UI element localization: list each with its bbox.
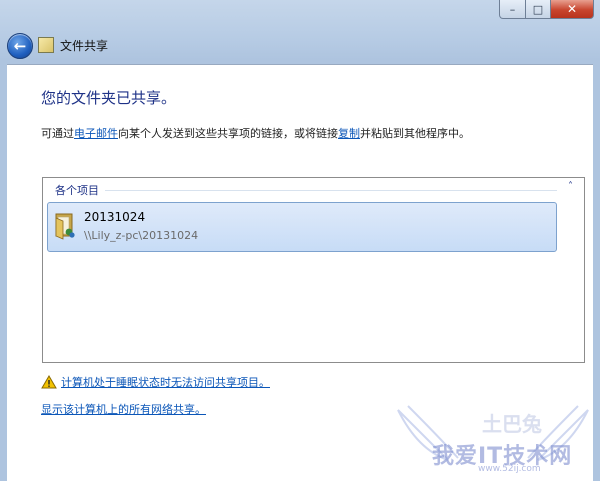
shared-items-list[interactable]: 各个项目 ˄ 20131024 \\Lily_z-pc\20131024 xyxy=(42,177,585,363)
file-sharing-icon xyxy=(38,37,54,53)
title-bar: – □ ✕ xyxy=(0,0,600,24)
page-heading: 您的文件夹已共享。 xyxy=(41,89,177,107)
watermark-top-text: 土巴兔 xyxy=(482,412,542,436)
desc-text-before: 可通过 xyxy=(41,127,74,140)
minimize-button[interactable]: – xyxy=(499,0,526,19)
warning-icon xyxy=(41,375,57,389)
navigation-bar: ← 文件共享 xyxy=(0,26,600,64)
maximize-button[interactable]: □ xyxy=(526,0,551,19)
show-all-shares-link[interactable]: 显示该计算机上的所有网络共享。 xyxy=(41,401,206,417)
group-header[interactable]: 各个项目 ˄ xyxy=(53,181,575,198)
caption-buttons: – □ ✕ xyxy=(499,0,594,19)
folder-icon xyxy=(55,213,75,240)
desc-text-after: 并粘贴到其他程序中。 xyxy=(360,127,470,140)
desc-text-middle: 向某个人发送到这些共享项的链接，或将链接 xyxy=(118,127,338,140)
window-frame: – □ ✕ ← 文件共享 您的文件夹已共享。 可通过电子邮件向某个人发送到这些共… xyxy=(0,0,600,482)
copy-link[interactable]: 复制 xyxy=(338,127,360,140)
group-divider xyxy=(105,190,557,191)
email-link[interactable]: 电子邮件 xyxy=(74,127,118,140)
sleep-warning-link[interactable]: 计算机处于睡眠状态时无法访问共享项目。 xyxy=(61,374,270,390)
list-item[interactable]: 20131024 \\Lily_z-pc\20131024 xyxy=(47,202,557,252)
window-title: 文件共享 xyxy=(60,39,109,53)
item-name: 20131024 xyxy=(84,210,146,224)
sleep-warning-row: 计算机处于睡眠状态时无法访问共享项目。 xyxy=(41,374,270,390)
group-label: 各个项目 xyxy=(55,182,105,198)
description: 可通过电子邮件向某个人发送到这些共享项的链接，或将链接复制并粘贴到其他程序中。 xyxy=(41,125,470,141)
watermark-url: www.52ij.com xyxy=(478,464,541,474)
close-button[interactable]: ✕ xyxy=(551,0,594,19)
back-button[interactable]: ← xyxy=(7,33,33,59)
collapse-chevron-icon[interactable]: ˄ xyxy=(568,181,573,192)
item-path: \\Lily_z-pc\20131024 xyxy=(84,229,199,242)
